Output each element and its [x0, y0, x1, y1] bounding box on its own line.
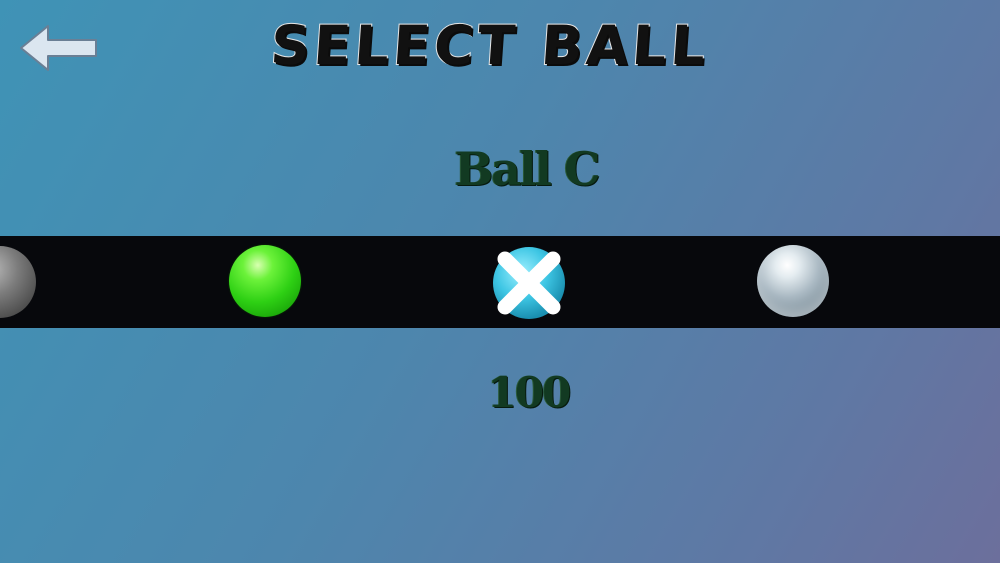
page-title: SELECT BALL — [268, 13, 713, 78]
cross-ball[interactable] — [491, 245, 567, 321]
selected-ball-name: Ball C — [454, 142, 600, 196]
gray-ball[interactable] — [0, 246, 36, 318]
ball-carousel[interactable] — [0, 236, 1000, 328]
green-ball[interactable] — [229, 245, 301, 317]
glass-ball[interactable] — [757, 245, 829, 317]
ball-price: 100 — [487, 368, 572, 417]
